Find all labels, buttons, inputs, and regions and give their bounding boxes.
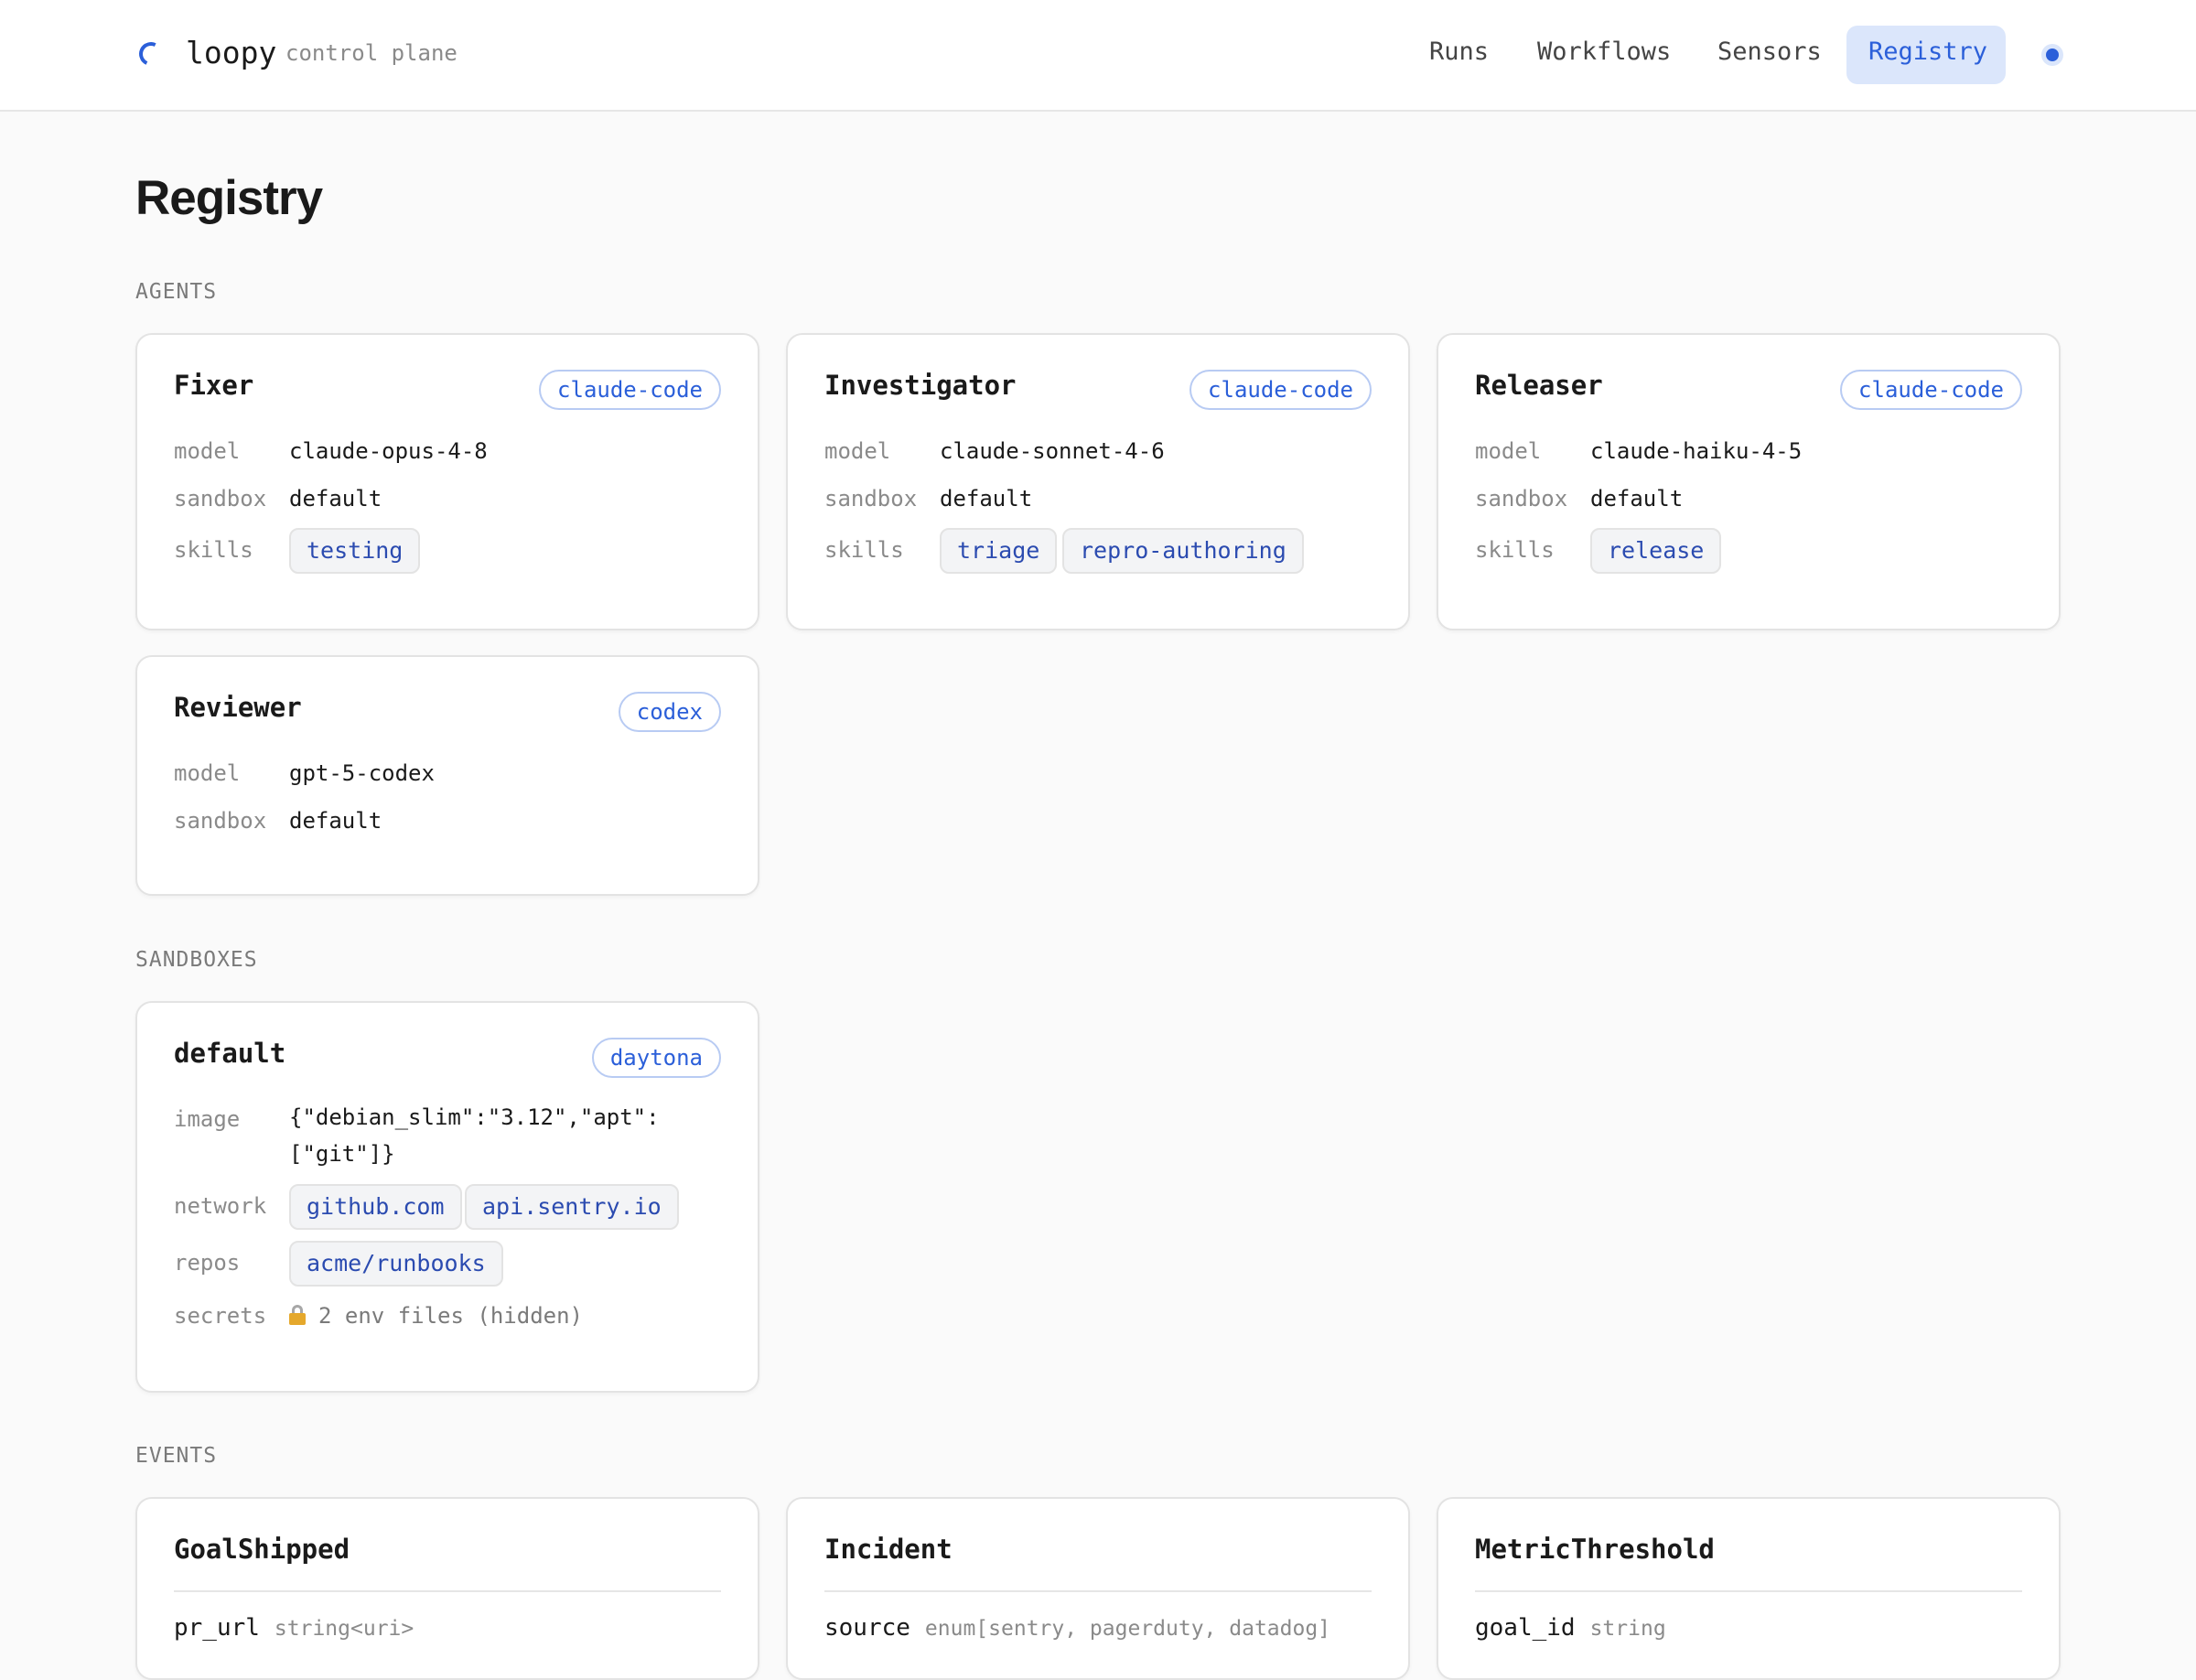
image-label: image: [174, 1106, 241, 1132]
repos-label: repos: [174, 1250, 241, 1276]
skill-chip[interactable]: testing: [289, 528, 421, 574]
runtime-badge: claude-code: [539, 370, 721, 410]
model-value: claude-sonnet-4-6: [940, 438, 1165, 464]
model-value: claude-opus-4-8: [289, 438, 488, 464]
skill-chip[interactable]: triage: [940, 528, 1058, 574]
sandbox-label: sandbox: [1475, 486, 1568, 512]
image-value-line: ["git"]}: [289, 1141, 395, 1167]
agent-name: Investigator: [824, 370, 1017, 401]
provider-badge: daytona: [591, 1038, 721, 1078]
image-value: {"debian_slim":"3.12","apt": ["git"]}: [289, 1099, 692, 1172]
section-label-events: EVENTS: [135, 1444, 218, 1468]
network-chip[interactable]: api.sentry.io: [465, 1184, 679, 1230]
agent-card-fixer[interactable]: Fixer claude-code model claude-opus-4-8 …: [135, 333, 759, 630]
sandbox-label: sandbox: [174, 808, 267, 834]
nav-workflows[interactable]: Workflows: [1515, 26, 1693, 84]
field-name: goal_id: [1475, 1614, 1576, 1642]
secrets-label: secrets: [174, 1303, 267, 1329]
sandbox-card-default[interactable]: default daytona image {"debian_slim":"3.…: [135, 1001, 759, 1393]
sandbox-value: default: [289, 486, 382, 512]
event-field: source enum[sentry, pagerduty, datadog]: [824, 1614, 1330, 1642]
field-type: string<uri>: [274, 1617, 414, 1641]
section-label-sandboxes: SANDBOXES: [135, 948, 258, 972]
model-label: model: [1475, 438, 1542, 464]
agent-card-investigator[interactable]: Investigator claude-code model claude-so…: [786, 333, 1410, 630]
event-card-metricthreshold[interactable]: MetricThreshold goal_id string: [1437, 1497, 2061, 1680]
event-field: goal_id string: [1475, 1614, 1666, 1642]
section-label-agents: AGENTS: [135, 280, 218, 304]
agent-card-releaser[interactable]: Releaser claude-code model claude-haiku-…: [1437, 333, 2061, 630]
loop-logo-icon: [135, 38, 167, 70]
runtime-badge: claude-code: [1840, 370, 2022, 410]
event-card-goalshipped[interactable]: GoalShipped pr_url string<uri>: [135, 1497, 759, 1680]
nav-registry[interactable]: Registry: [1846, 26, 2006, 84]
skill-chip[interactable]: release: [1590, 528, 1722, 574]
event-name: Incident: [824, 1534, 953, 1565]
skills-label: skills: [824, 537, 904, 563]
sandbox-name: default: [174, 1038, 286, 1069]
skills-label: skills: [1475, 537, 1555, 563]
agent-card-reviewer[interactable]: Reviewer codex model gpt-5-codex sandbox…: [135, 655, 759, 896]
field-type: enum[sentry, pagerduty, datadog]: [924, 1617, 1331, 1641]
secrets-text: 2 env files (hidden): [318, 1303, 583, 1329]
divider: [824, 1590, 1372, 1592]
top-bar: loopy control plane Runs Workflows Senso…: [0, 0, 2196, 112]
agent-name: Releaser: [1475, 370, 1603, 401]
divider: [174, 1590, 721, 1592]
nav-sensors[interactable]: Sensors: [1695, 26, 1844, 84]
secrets-value: 2 env files (hidden): [289, 1303, 583, 1329]
field-name: source: [824, 1614, 910, 1642]
model-label: model: [174, 760, 241, 786]
status-indicator-icon[interactable]: [2042, 45, 2062, 65]
runtime-badge: claude-code: [1190, 370, 1372, 410]
network-label: network: [174, 1193, 267, 1219]
nav-runs[interactable]: Runs: [1407, 26, 1511, 84]
divider: [1475, 1590, 2022, 1592]
brand-subtitle: control plane: [285, 40, 458, 66]
runtime-badge: codex: [618, 692, 721, 732]
lock-icon: [289, 1305, 306, 1325]
sandbox-value: default: [289, 808, 382, 834]
sandbox-label: sandbox: [174, 486, 267, 512]
repo-chip[interactable]: acme/runbooks: [289, 1241, 503, 1287]
skill-chip[interactable]: repro-authoring: [1062, 528, 1304, 574]
sandbox-label: sandbox: [824, 486, 918, 512]
sandbox-value: default: [1590, 486, 1684, 512]
model-value: claude-haiku-4-5: [1590, 438, 1803, 464]
event-field: pr_url string<uri>: [174, 1614, 414, 1642]
agent-name: Reviewer: [174, 692, 302, 723]
skills-label: skills: [174, 537, 253, 563]
event-name: MetricThreshold: [1475, 1534, 1715, 1565]
event-name: GoalShipped: [174, 1534, 350, 1565]
agent-name: Fixer: [174, 370, 254, 401]
model-label: model: [824, 438, 891, 464]
page-title: Registry: [135, 171, 323, 225]
event-card-incident[interactable]: Incident source enum[sentry, pagerduty, d…: [786, 1497, 1410, 1680]
network-chip[interactable]: github.com: [289, 1184, 462, 1230]
model-value: gpt-5-codex: [289, 760, 435, 786]
field-type: string: [1589, 1617, 1666, 1641]
model-label: model: [174, 438, 241, 464]
brand-name[interactable]: loopy: [186, 35, 276, 70]
image-value-line: {"debian_slim":"3.12","apt":: [289, 1104, 660, 1130]
sandbox-value: default: [940, 486, 1033, 512]
field-name: pr_url: [174, 1614, 260, 1642]
